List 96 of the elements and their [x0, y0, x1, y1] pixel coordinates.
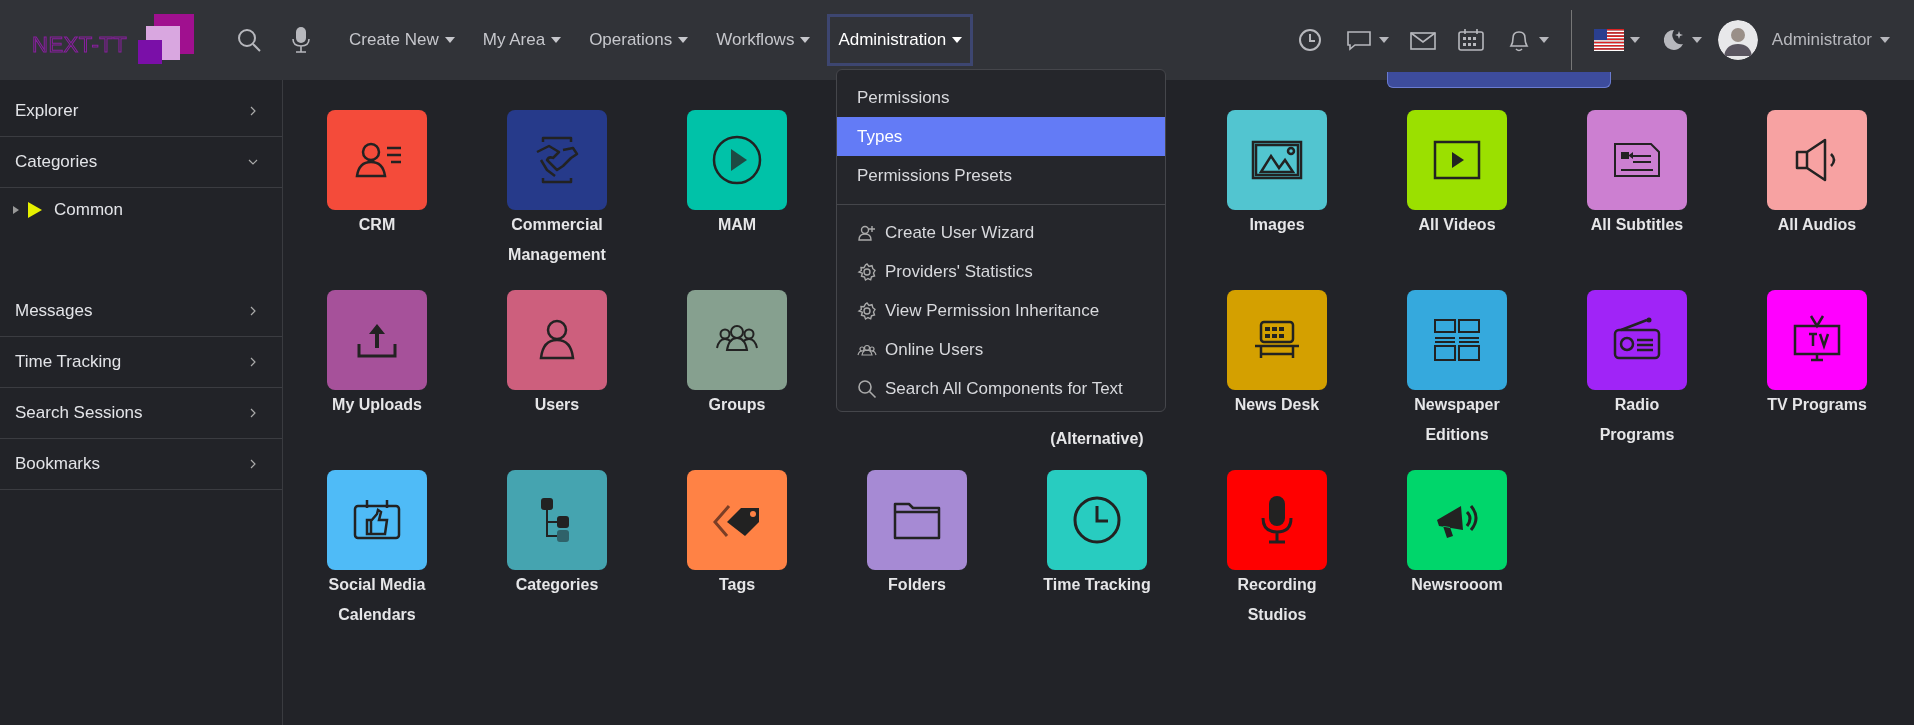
app-tile[interactable] [507, 290, 607, 390]
sidebar-item[interactable]: Search Sessions [0, 388, 282, 439]
chevron-icon [248, 357, 258, 367]
nav-menu[interactable]: Administration [827, 14, 974, 66]
app-tile[interactable] [1227, 470, 1327, 570]
tile-label[interactable]: TV Programs [1767, 390, 1867, 420]
app-tile[interactable] [327, 470, 427, 570]
app-tile[interactable] [507, 470, 607, 570]
tile-label[interactable]: Images [1249, 210, 1305, 240]
app-tile[interactable] [1407, 470, 1507, 570]
tile-label[interactable]: News Desk [1234, 390, 1320, 420]
nav-menu[interactable]: Create New [338, 14, 466, 66]
caret-icon [444, 37, 455, 43]
sidebar-item[interactable]: Explorer [0, 86, 282, 137]
calendar-icon [1456, 27, 1485, 53]
menu-item[interactable]: Permissions Presets [837, 156, 1165, 195]
chevron-icon [248, 106, 258, 116]
caret-icon [1629, 37, 1640, 43]
app-tile[interactable] [687, 110, 787, 210]
caret-icon [1880, 37, 1890, 43]
caret-icon [1378, 37, 1389, 43]
sidebar-item[interactable]: Messages [0, 286, 282, 337]
tile-label[interactable]: CRM [358, 210, 396, 240]
tile-label[interactable]: Groups [708, 390, 766, 420]
menu-item[interactable]: View Permission Inheritance [837, 291, 1165, 330]
chevron-icon [248, 306, 258, 316]
search-icon[interactable] [236, 27, 262, 53]
sidebar-label: Explorer [15, 101, 80, 121]
flag-icon [1593, 29, 1624, 51]
tile-label[interactable]: Commercial Management [508, 210, 606, 270]
tile-label[interactable]: Social Media Calendars [328, 570, 426, 630]
nav-menu[interactable]: Operations [578, 14, 700, 66]
app-tile[interactable] [1407, 110, 1507, 210]
tree-item[interactable]: Common [54, 200, 123, 220]
settings-icon [857, 300, 877, 321]
menu-item[interactable]: Permissions [837, 78, 1165, 117]
search-icon [857, 378, 877, 399]
app-tile[interactable] [1767, 290, 1867, 390]
sidebar-label: Bookmarks [15, 454, 102, 474]
app-tile[interactable] [327, 290, 427, 390]
tile-label[interactable]: Time Tracking [1043, 570, 1151, 600]
app-tile[interactable] [1587, 290, 1687, 390]
menu-item[interactable]: Create User Wizard [837, 213, 1165, 252]
caret-icon [1691, 37, 1702, 43]
tile-label[interactable]: Folders [888, 570, 946, 600]
nav-menu[interactable]: My Area [471, 14, 573, 66]
tile-label[interactable]: All Subtitles [1590, 210, 1684, 240]
tile-label[interactable]: Newsrooom [1411, 570, 1503, 600]
sidebar-item[interactable]: Time Tracking [0, 337, 282, 388]
chevron-icon [248, 157, 258, 167]
tile-label[interactable]: Newspaper Editions [1414, 390, 1500, 450]
menu-item[interactable]: Providers' Statistics [837, 252, 1165, 291]
caret-icon [952, 37, 963, 43]
app-tile[interactable] [507, 110, 607, 210]
settings-icon [857, 261, 877, 282]
app-tile[interactable] [687, 290, 787, 390]
sidebar-item[interactable]: Bookmarks [0, 439, 282, 490]
app-tile[interactable] [1587, 110, 1687, 210]
app-tile[interactable] [1227, 110, 1327, 210]
avatar[interactable] [1717, 20, 1758, 60]
tile-label[interactable]: All Audios [1777, 210, 1857, 240]
app-tile[interactable] [867, 470, 967, 570]
tile-label[interactable]: My Uploads [332, 390, 422, 420]
menu-item[interactable]: Types [837, 117, 1165, 156]
chevron-icon [248, 408, 258, 418]
sidebar-label: Messages [15, 301, 94, 321]
menu-item[interactable]: Online Users [837, 330, 1165, 369]
app-tile[interactable] [327, 110, 427, 210]
tile-label[interactable]: All Videos [1418, 210, 1496, 240]
caret-icon [678, 37, 689, 43]
tile-label[interactable]: Radio Programs [1599, 390, 1675, 450]
caret-icon [1538, 37, 1549, 43]
sidebar-item[interactable]: Categories [0, 137, 282, 188]
caret-icon [800, 37, 811, 43]
sidebar-label: Time Tracking [15, 352, 123, 372]
triangle-icon [28, 202, 42, 218]
app-tile[interactable] [1227, 290, 1327, 390]
caret-icon [551, 37, 562, 43]
app-tile[interactable] [1047, 470, 1147, 570]
tile-label[interactable]: Users [534, 390, 580, 420]
microphone-icon[interactable] [290, 26, 312, 54]
chevron-icon [248, 459, 258, 469]
sidebar-label: Categories [15, 152, 99, 172]
caret-right-icon[interactable] [12, 206, 20, 214]
nav-menu[interactable]: Workflows [705, 14, 822, 66]
sidebar-label: Search Sessions [15, 403, 144, 423]
tile-label[interactable]: Tags [718, 570, 756, 600]
tile-label[interactable]: Recording Studios [1237, 570, 1317, 630]
app-tile[interactable] [687, 470, 787, 570]
app-tile[interactable] [1767, 110, 1867, 210]
menu-item[interactable]: Search All Components for Text [837, 369, 1165, 408]
app-tile[interactable] [1407, 290, 1507, 390]
tile-label[interactable]: (Alternative) [1050, 424, 1144, 454]
tile-label[interactable]: Categories [515, 570, 599, 600]
user-menu[interactable]: Administrator [1765, 29, 1896, 51]
tile-label[interactable]: MAM [717, 210, 757, 240]
